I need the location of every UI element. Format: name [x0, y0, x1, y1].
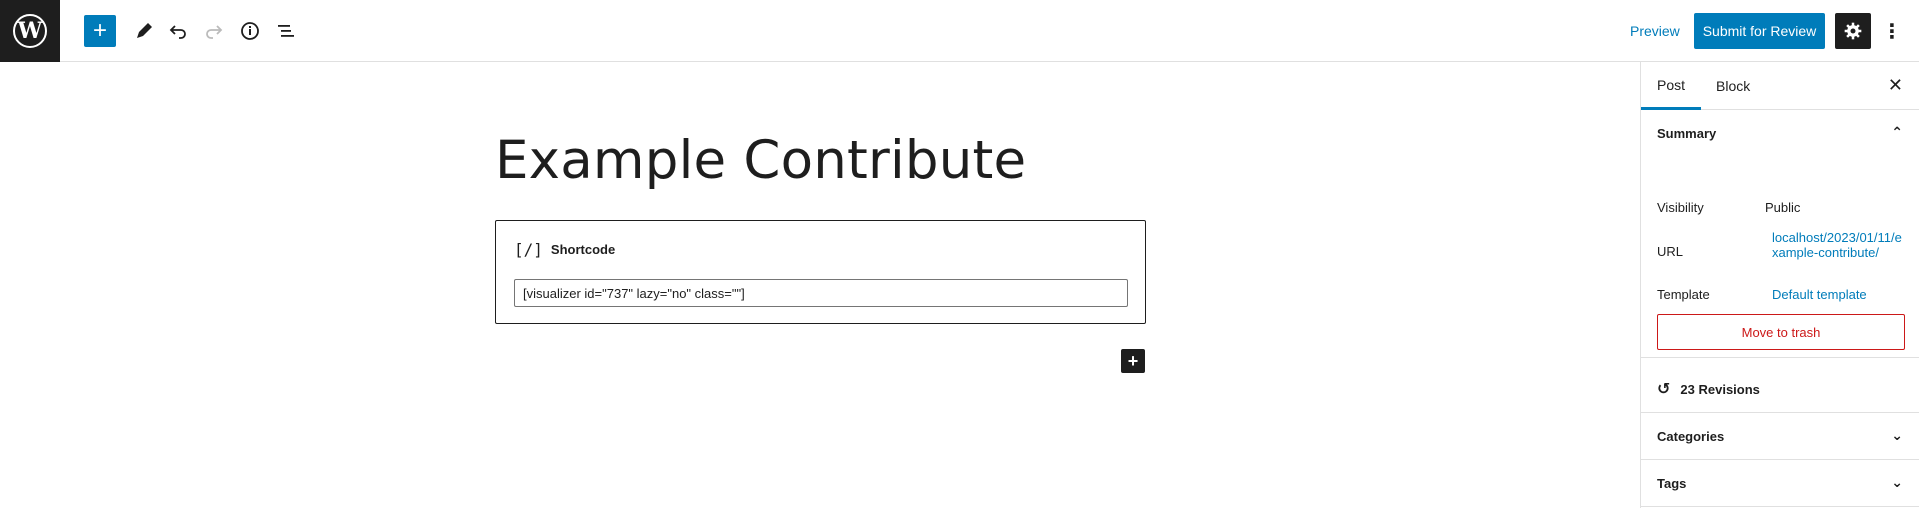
visibility-value[interactable]: Public	[1765, 200, 1800, 215]
options-button[interactable]: ⋮	[1880, 15, 1904, 47]
summary-title: Summary	[1657, 126, 1717, 141]
more-vertical-icon: ⋮	[1882, 20, 1902, 43]
template-label: Template	[1657, 287, 1710, 302]
shortcode-icon: [/]	[514, 240, 543, 259]
info-icon	[241, 22, 259, 40]
settings-button[interactable]	[1835, 13, 1871, 49]
undo-icon	[169, 25, 186, 39]
url-link[interactable]: localhost/2023/01/11/example-contribute/	[1772, 230, 1907, 260]
post-title[interactable]: Example Contribute	[495, 130, 1026, 191]
wordpress-logo-icon[interactable]: W	[0, 0, 60, 62]
redo-icon	[206, 25, 223, 39]
list-view-button[interactable]	[270, 15, 302, 47]
chevron-down-icon: ⌄	[1891, 427, 1903, 443]
editor-toolbar: W + Preview Submit for Review ⋮	[0, 0, 1919, 62]
chevron-down-icon: ⌄	[1891, 474, 1903, 490]
tab-post[interactable]: Post	[1641, 62, 1702, 110]
tab-block[interactable]: Block	[1700, 62, 1766, 110]
gear-icon	[1844, 22, 1862, 40]
undo-button[interactable]	[162, 15, 194, 47]
editor-canvas: Example Contribute [/] Shortcode +	[0, 62, 1640, 508]
pencil-icon	[137, 23, 152, 38]
list-view-icon	[278, 25, 294, 37]
block-inserter-button[interactable]: +	[1121, 349, 1145, 373]
chevron-up-icon: ⌃	[1891, 124, 1903, 140]
move-to-trash-button[interactable]: Move to trash	[1657, 314, 1905, 350]
shortcode-block-header: [/] Shortcode	[514, 240, 615, 259]
settings-sidebar: Post Block ✕ Summary ⌃ Visibility Public…	[1640, 62, 1919, 508]
preview-button[interactable]: Preview	[1624, 18, 1686, 44]
categories-panel-toggle[interactable]: Categories ⌄	[1641, 413, 1919, 460]
history-icon: ↺	[1657, 381, 1671, 398]
categories-title: Categories	[1657, 428, 1725, 444]
plus-icon: +	[1127, 351, 1139, 371]
shortcode-block[interactable]: [/] Shortcode	[495, 220, 1146, 324]
tags-panel-toggle[interactable]: Tags ⌄	[1641, 460, 1919, 507]
shortcode-block-label: Shortcode	[550, 242, 616, 257]
sidebar-tabs: Post Block ✕	[1641, 62, 1919, 110]
template-link[interactable]: Default template	[1772, 287, 1867, 302]
submit-for-review-button[interactable]: Submit for Review	[1694, 13, 1825, 49]
details-button[interactable]	[234, 15, 266, 47]
summary-panel-toggle[interactable]: Summary ⌃	[1641, 110, 1919, 157]
revisions-link[interactable]: ↺ 23 Revisions	[1641, 366, 1919, 413]
visibility-label: Visibility	[1657, 200, 1704, 215]
shortcode-input[interactable]	[514, 279, 1128, 307]
close-sidebar-button[interactable]: ✕	[1888, 75, 1903, 96]
tools-button[interactable]	[128, 15, 160, 47]
add-block-button[interactable]: +	[84, 15, 116, 47]
summary-panel: Summary ⌃ Visibility Public URL localhos…	[1641, 110, 1919, 358]
plus-icon: +	[92, 17, 107, 44]
tags-title: Tags	[1657, 475, 1687, 491]
redo-button[interactable]	[198, 15, 230, 47]
url-label: URL	[1657, 244, 1684, 259]
close-icon: ✕	[1887, 75, 1903, 95]
revisions-label: 23 Revisions	[1680, 381, 1760, 397]
